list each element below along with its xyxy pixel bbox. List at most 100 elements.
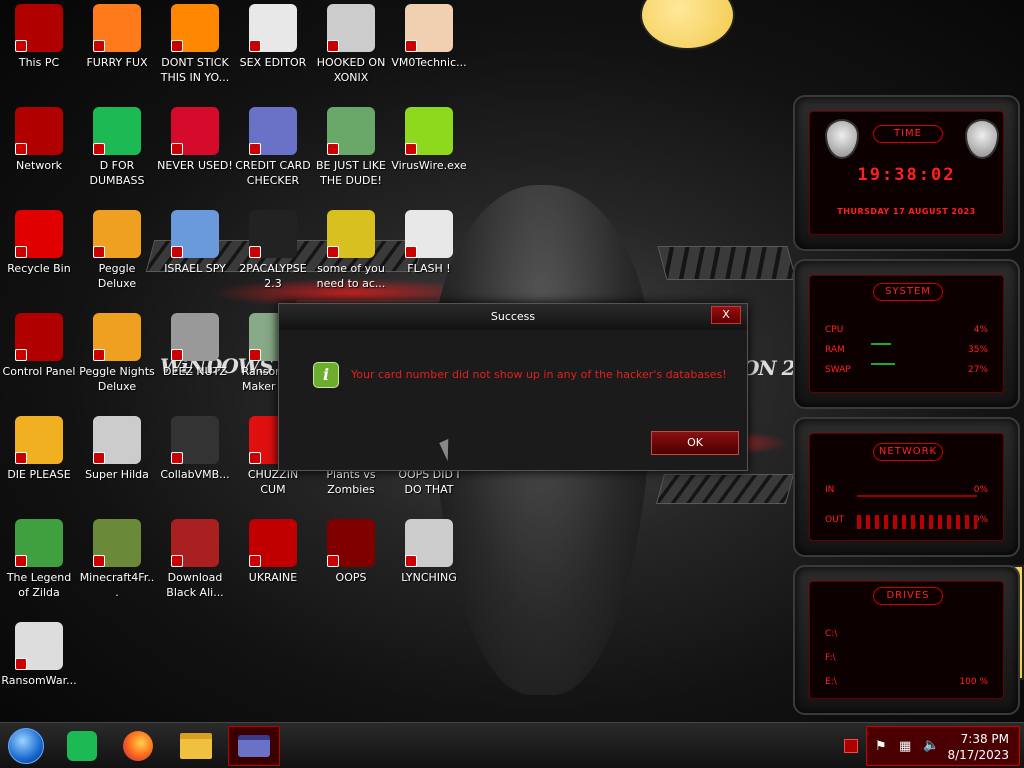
- taskbar: ⚑ ▦ 🔈 7:38 PM 8/17/2023: [0, 722, 1024, 768]
- system-row: CPU 4%: [825, 325, 988, 335]
- shortcut-arrow-icon: [327, 40, 339, 52]
- firefox-icon: [93, 4, 141, 52]
- drives-row: C:\: [825, 629, 988, 639]
- control-panel-icon: [15, 313, 63, 361]
- desktop-icon[interactable]: Recycle Bin: [0, 210, 78, 276]
- shortcut-arrow-icon: [171, 555, 183, 567]
- collabvm-icon: [171, 416, 219, 464]
- desktop-icon-label: DEEZ NUTZ: [163, 365, 227, 378]
- de-icon: [15, 416, 63, 464]
- flag-icon[interactable]: ⚑: [875, 739, 887, 754]
- gear-chain-icon: [405, 519, 453, 567]
- success-dialog: Success X i Your card number did not sho…: [278, 303, 748, 471]
- hxd-editor-icon: [249, 4, 297, 52]
- desktop-icon[interactable]: 2PACALYPSE 2.3: [234, 210, 312, 291]
- system-panel-title: SYSTEM: [873, 283, 943, 301]
- desktop-icon[interactable]: DIE PLEASE: [0, 416, 78, 482]
- drives-row-label: C:\: [825, 629, 838, 639]
- desktop-icon[interactable]: BE JUST LIKE THE DUDE!: [312, 107, 390, 188]
- beaver-icon: [327, 210, 375, 258]
- zelda-icon: [15, 519, 63, 567]
- network-icon: [15, 107, 63, 155]
- system-row-value: 35%: [967, 345, 988, 355]
- desktop-icon[interactable]: Minecraft4Fr...: [78, 519, 156, 600]
- shortcut-arrow-icon: [93, 452, 105, 464]
- vlc-cone-icon: [171, 4, 219, 52]
- spy-keyboard-icon: [171, 210, 219, 258]
- desktop-icon[interactable]: HOOKED ON XONIX: [312, 4, 390, 85]
- desktop-icon[interactable]: UKRAINE: [234, 519, 312, 585]
- desktop-icon[interactable]: RansomWar...: [0, 622, 78, 688]
- desktop-icon[interactable]: The Legend of Zilda: [0, 519, 78, 600]
- system-row-value: 27%: [967, 365, 988, 375]
- desktop-icon[interactable]: CollabVMB...: [156, 416, 234, 482]
- desktop-icon[interactable]: ISRAEL SPY: [156, 210, 234, 276]
- desktop-icon-label: 2PACALYPSE 2.3: [239, 262, 307, 290]
- taskbar-credit-card-checker[interactable]: [228, 726, 280, 766]
- system-row-label: SWAP: [825, 365, 851, 375]
- desktop-icon-label: D FOR DUMBASS: [89, 159, 145, 187]
- widget-clock: 19:38:02: [857, 165, 956, 185]
- desktop-icon[interactable]: some of you need to ac...: [312, 210, 390, 291]
- shortcut-arrow-icon: [93, 246, 105, 258]
- shortcut-arrow-icon: [405, 246, 417, 258]
- desktop-icon[interactable]: Super Hilda: [78, 416, 156, 482]
- volume-icon[interactable]: 🔈: [923, 738, 939, 753]
- dude-icon: [327, 107, 375, 155]
- desktop-icon-label: VirusWire.exe: [391, 159, 467, 172]
- shortcut-arrow-icon: [171, 143, 183, 155]
- drives-row-label: E:\: [825, 677, 837, 687]
- spotify-icon: [93, 107, 141, 155]
- desktop-icon-label: Download Black Ali...: [166, 571, 224, 599]
- shortcut-arrow-icon: [405, 40, 417, 52]
- desktop-icon[interactable]: Download Black Ali...: [156, 519, 234, 600]
- network-status-icon[interactable]: ▦: [899, 739, 911, 754]
- desktop-icon[interactable]: VirusWire.exe: [390, 107, 468, 173]
- shortcut-arrow-icon: [171, 349, 183, 361]
- desktop-icon[interactable]: DONT STICK THIS IN YO...: [156, 4, 234, 85]
- desktop-icon-label: Super Hilda: [85, 468, 149, 481]
- shortcut-arrow-icon: [327, 143, 339, 155]
- start-button[interactable]: [0, 726, 52, 766]
- show-hidden-icons-button[interactable]: [844, 739, 858, 753]
- shortcut-arrow-icon: [15, 555, 27, 567]
- desktop-icon[interactable]: SEX EDITOR: [234, 4, 312, 70]
- desktop-icon[interactable]: Peggle Deluxe: [78, 210, 156, 291]
- desktop-icon-label: some of you need to ac...: [316, 262, 386, 290]
- taskbar-spotify[interactable]: [56, 726, 108, 766]
- star-character-sticker: [640, 0, 735, 50]
- desktop-icon[interactable]: FLASH !: [390, 210, 468, 276]
- network-panel-title: NETWORK: [873, 443, 943, 461]
- desktop-icon-label: RansomWar...: [1, 674, 77, 687]
- desktop-icon[interactable]: NEVER USED!: [156, 107, 234, 173]
- dialog-titlebar[interactable]: Success X: [279, 304, 747, 330]
- desktop-icon[interactable]: CREDIT CARD CHECKER: [234, 107, 312, 188]
- desktop-icon[interactable]: VM0Technic...: [390, 4, 468, 70]
- lime-icon: [405, 107, 453, 155]
- desktop-icon-label: CollabVMB...: [160, 468, 230, 481]
- desktop-icon[interactable]: Peggle Nights Deluxe: [78, 313, 156, 394]
- drives-panel: DRIVES C:\ F:\ E:\ 100 %: [793, 565, 1020, 715]
- shortcut-arrow-icon: [15, 658, 27, 670]
- taskbar-clock[interactable]: 7:38 PM 8/17/2023: [947, 731, 1009, 763]
- taskbar-firefox[interactable]: [112, 726, 164, 766]
- peggle-icon: [93, 313, 141, 361]
- ok-button[interactable]: OK: [651, 431, 739, 455]
- desktop-icon[interactable]: D FOR DUMBASS: [78, 107, 156, 188]
- desktop-icon[interactable]: LYNCHING: [390, 519, 468, 585]
- swap-graph: [871, 363, 895, 365]
- dialog-close-button[interactable]: X: [711, 306, 741, 324]
- spotify-icon: [67, 731, 97, 761]
- desktop-icon[interactable]: Control Panel: [0, 313, 78, 379]
- desktop-icon[interactable]: OOPS: [312, 519, 390, 585]
- desktop-icon[interactable]: DEEZ NUTZ: [156, 313, 234, 379]
- desktop-icon[interactable]: FURRY FUX: [78, 4, 156, 70]
- oops-icon: [327, 519, 375, 567]
- taskbar-file-explorer[interactable]: [170, 726, 222, 766]
- clock-date: 8/17/2023: [947, 748, 1009, 762]
- network-in-graph: [857, 495, 977, 497]
- system-row-label: CPU: [825, 325, 844, 335]
- desktop-icon[interactable]: Network: [0, 107, 78, 173]
- desktop-icon[interactable]: This PC: [0, 4, 78, 70]
- shortcut-arrow-icon: [15, 246, 27, 258]
